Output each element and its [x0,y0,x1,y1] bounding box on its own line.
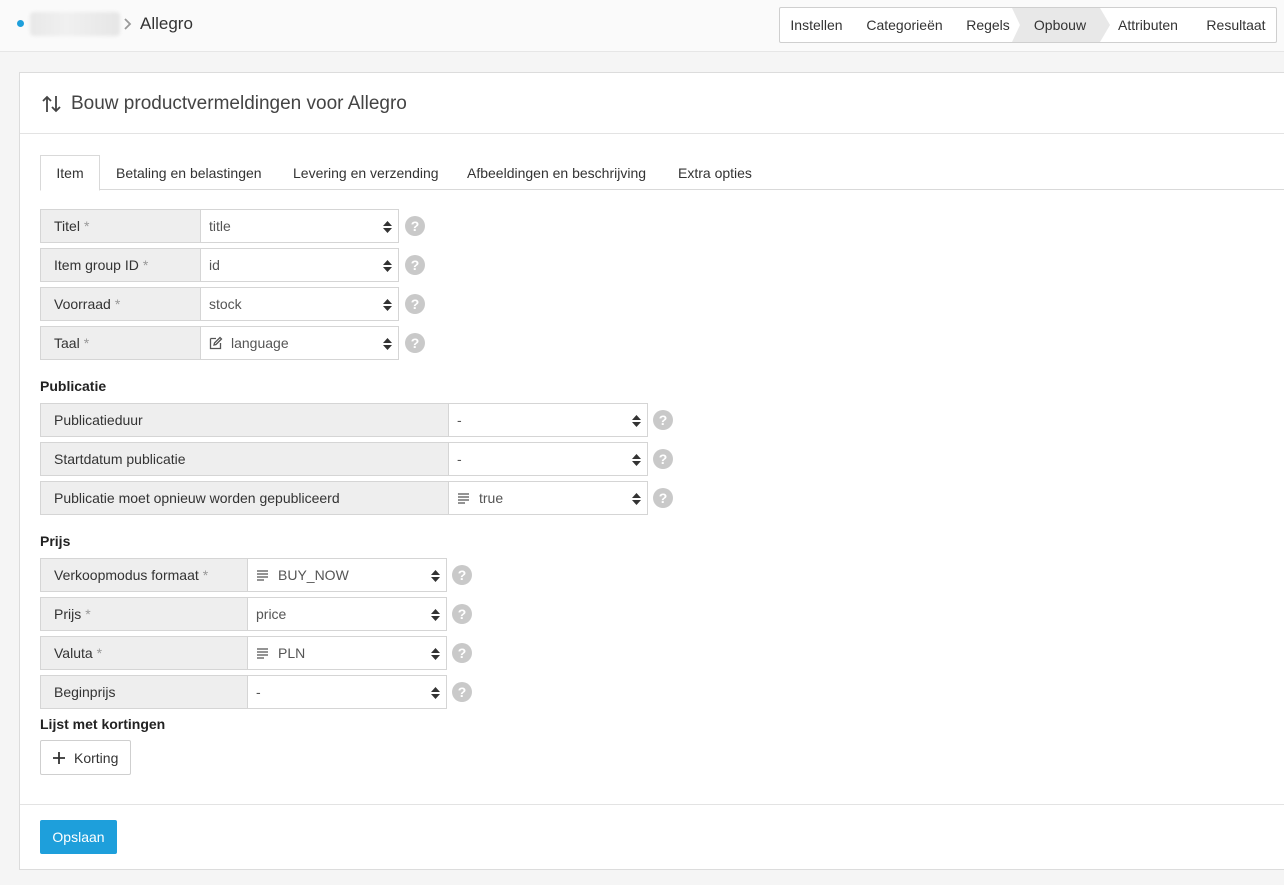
select-arrows-icon [431,609,440,621]
help-icon[interactable]: ? [653,449,673,469]
tab-afbeeldingen[interactable]: Afbeeldingen en beschrijving [467,155,646,190]
field-select-item-group-id[interactable]: id [200,248,399,282]
help-icon[interactable]: ? [653,410,673,430]
field-label: Startdatum publicatie [40,442,448,476]
select-arrows-icon [383,260,392,272]
field-label: Publicatie moet opnieuw worden gepublice… [40,481,448,515]
help-icon[interactable]: ? [405,294,425,314]
select-arrows-icon [383,299,392,311]
sort-arrows-icon [42,95,61,113]
help-icon[interactable]: ? [405,255,425,275]
breadcrumb-parent-redacted[interactable] [30,12,120,36]
field-select-prijs[interactable]: price [247,597,447,631]
add-korting-label: Korting [74,749,119,766]
field-select-startdatum[interactable]: - [448,442,648,476]
field-select-voorraad[interactable]: stock [200,287,399,321]
text-lines-icon [458,493,469,504]
section-title-prijs: Prijs [40,533,71,549]
help-icon[interactable]: ? [452,604,472,624]
select-arrows-icon [431,648,440,660]
tab-levering[interactable]: Levering en verzending [293,155,439,190]
help-icon[interactable]: ? [452,643,472,663]
field-label: Valuta * [40,636,247,670]
help-icon[interactable]: ? [405,216,425,236]
add-korting-button[interactable]: Korting [40,740,131,775]
section-title-publicatie: Publicatie [40,378,107,394]
help-icon[interactable]: ? [452,682,472,702]
plus-icon [53,751,65,764]
step-instellen[interactable]: Instellen [780,8,853,42]
chevron-right-icon [124,18,132,30]
field-label: Beginprijs [40,675,247,709]
field-label: Prijs * [40,597,247,631]
top-bar: Allegro Instellen Categorieën Regels Opb… [0,0,1284,52]
field-select-titel[interactable]: title [200,209,399,243]
edit-icon [209,336,223,350]
tab-bar: Item Betaling en belastingen Levering en… [40,155,1284,191]
build-card: Bouw productvermeldingen voor Allegro It… [19,72,1284,870]
text-lines-icon [257,570,268,581]
page-title: Bouw productvermeldingen voor Allegro [71,93,407,114]
select-arrows-icon [431,687,440,699]
step-categorieen[interactable]: Categorieën [853,8,956,42]
step-attributen[interactable]: Attributen [1100,8,1196,42]
status-dot [17,20,24,27]
save-button[interactable]: Opslaan [40,820,117,854]
field-label: Voorraad * [40,287,200,321]
field-select-herpublicatie[interactable]: true [448,481,648,515]
field-label: Publicatieduur [40,403,448,437]
tab-extra-opties[interactable]: Extra opties [678,155,752,190]
field-select-verkoopmodus[interactable]: BUY_NOW [247,558,447,592]
field-select-valuta[interactable]: PLN [247,636,447,670]
help-icon[interactable]: ? [405,333,425,353]
wizard-steps: Instellen Categorieën Regels Opbouw Attr… [779,7,1277,43]
select-arrows-icon [632,415,641,427]
field-label: Taal * [40,326,200,360]
step-opbouw[interactable]: Opbouw [1012,8,1110,42]
card-header: Bouw productvermeldingen voor Allegro [20,73,1284,134]
select-arrows-icon [383,338,392,350]
step-regels[interactable]: Regels [956,8,1020,42]
field-select-taal[interactable]: language [200,326,399,360]
select-arrows-icon [632,493,641,505]
tab-betaling[interactable]: Betaling en belastingen [116,155,262,190]
field-label: Item group ID * [40,248,200,282]
card-footer-divider [20,804,1284,805]
select-arrows-icon [383,221,392,233]
section-title-kortingen: Lijst met kortingen [40,716,166,732]
tab-item[interactable]: Item [40,155,100,191]
field-select-publicatieduur[interactable]: - [448,403,648,437]
breadcrumb-current: Allegro [140,14,193,33]
step-resultaat[interactable]: Resultaat [1196,8,1276,42]
text-lines-icon [257,648,268,659]
help-icon[interactable]: ? [452,565,472,585]
select-arrows-icon [431,570,440,582]
help-icon[interactable]: ? [653,488,673,508]
select-arrows-icon [632,454,641,466]
field-label: Titel * [40,209,200,243]
field-select-beginprijs[interactable]: - [247,675,447,709]
field-label: Verkoopmodus formaat * [40,558,247,592]
